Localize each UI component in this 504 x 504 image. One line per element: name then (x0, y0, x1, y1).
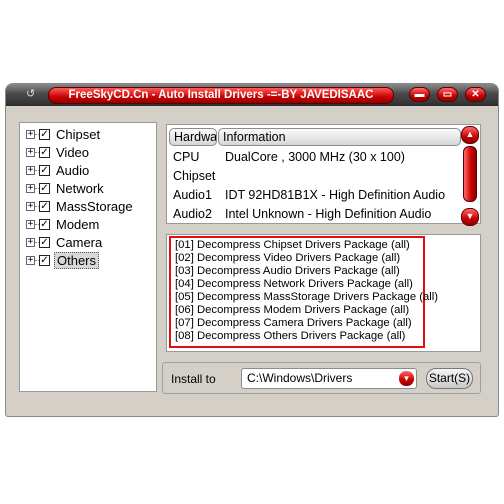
tree-item-label: Video (56, 144, 90, 160)
info-scrollbar[interactable]: ▲ ▼ (461, 126, 479, 226)
title-bar[interactable]: ↺ FreeSkyCD.Cn - Auto Install Drivers -=… (6, 84, 498, 106)
expand-icon[interactable]: + (26, 219, 35, 229)
tree-item-camera[interactable]: + ✓ Camera (26, 233, 104, 251)
driver-category-tree: + ✓ Chipset + ✓ Video + ✓ Audio + ✓ Netw… (19, 122, 157, 392)
tree-item-label: Network (56, 180, 104, 196)
window-title: FreeSkyCD.Cn - Auto Install Drivers -=-B… (48, 87, 394, 104)
scroll-up-icon[interactable]: ▲ (461, 126, 479, 144)
progress-log: [01] Decompress Chipset Drivers Package … (166, 234, 481, 352)
log-line: [02] Decompress Video Drivers Package (a… (175, 252, 401, 264)
hardware-cell: CPU (173, 150, 200, 164)
tree-item-massstorage[interactable]: + ✓ MassStorage (26, 197, 135, 215)
install-to-label: Install to (171, 372, 216, 386)
tree-item-others[interactable]: + ✓ Others (26, 251, 100, 269)
expand-icon[interactable]: + (26, 255, 35, 265)
minimize-button[interactable]: ▬ (409, 87, 430, 102)
checkbox-camera[interactable]: ✓ (39, 236, 50, 248)
install-panel: Install to C:\Windows\Drivers ▼ Start(S) (162, 362, 481, 394)
restore-button[interactable]: ▭ (437, 87, 458, 102)
log-line: [06] Decompress Modem Drivers Package (a… (175, 304, 410, 316)
app-icon: ↺ (26, 88, 36, 100)
expand-icon[interactable]: + (26, 201, 35, 211)
start-button[interactable]: Start(S) (426, 368, 473, 389)
information-cell: IDT 92HD81B1X - High Definition Audio (225, 188, 446, 202)
log-line: [04] Decompress Network Drivers Package … (175, 278, 413, 290)
checkbox-chipset[interactable]: ✓ (39, 128, 50, 140)
expand-icon[interactable]: + (26, 147, 35, 157)
hardware-info-list: Hardwa Information CPU DualCore , 3000 M… (166, 124, 481, 226)
checkbox-others[interactable]: ✓ (39, 254, 50, 266)
information-cell: DualCore , 3000 MHz (30 x 100) (225, 150, 405, 164)
expand-icon[interactable]: + (26, 183, 35, 193)
tree-item-video[interactable]: + ✓ Video (26, 143, 91, 161)
info-row[interactable]: CPU DualCore , 3000 MHz (30 x 100) (173, 148, 405, 166)
hardware-cell: Chipset (173, 169, 216, 183)
expand-icon[interactable]: + (26, 165, 35, 175)
tree-item-chipset[interactable]: + ✓ Chipset (26, 125, 102, 143)
chevron-down-icon[interactable]: ▼ (399, 371, 414, 386)
log-line: [05] Decompress MassStorage Drivers Pack… (175, 291, 439, 303)
app-window: ↺ FreeSkyCD.Cn - Auto Install Drivers -=… (5, 83, 499, 417)
checkbox-audio[interactable]: ✓ (39, 164, 50, 176)
scroll-down-icon[interactable]: ▼ (461, 208, 479, 226)
tree-item-modem[interactable]: + ✓ Modem (26, 215, 101, 233)
tree-item-label: Camera (56, 234, 103, 250)
info-row[interactable]: Audio2 Intel Unknown - High Definition A… (173, 205, 431, 223)
tree-item-label: Audio (56, 162, 90, 178)
tree-item-label: Chipset (56, 126, 101, 142)
column-header-hardware[interactable]: Hardwa (169, 128, 217, 146)
tree-item-label: MassStorage (56, 198, 133, 214)
checkbox-network[interactable]: ✓ (39, 182, 50, 194)
column-header-information[interactable]: Information (218, 128, 461, 146)
hardware-cell: Audio1 (173, 188, 212, 202)
info-row[interactable]: Chipset (173, 167, 225, 185)
log-line: [07] Decompress Camera Drivers Package (… (175, 317, 412, 329)
scroll-thumb[interactable] (463, 146, 477, 202)
information-cell: Intel Unknown - High Definition Audio (225, 207, 432, 221)
tree-item-label: Others (54, 251, 100, 269)
tree-item-label: Modem (56, 216, 100, 232)
log-line: [03] Decompress Audio Drivers Package (a… (175, 265, 400, 277)
log-line: [08] Decompress Others Drivers Package (… (175, 330, 406, 342)
log-line: [01] Decompress Chipset Drivers Package … (175, 239, 410, 251)
expand-icon[interactable]: + (26, 129, 35, 139)
close-button[interactable]: ✕ (465, 87, 486, 102)
install-path-value: C:\Windows\Drivers (247, 371, 353, 385)
tree-item-audio[interactable]: + ✓ Audio (26, 161, 91, 179)
tree-item-network[interactable]: + ✓ Network (26, 179, 106, 197)
checkbox-massstorage[interactable]: ✓ (39, 200, 50, 212)
install-path-dropdown[interactable]: C:\Windows\Drivers ▼ (241, 368, 417, 389)
info-row[interactable]: Audio1 IDT 92HD81B1X - High Definition A… (173, 186, 445, 204)
expand-icon[interactable]: + (26, 237, 35, 247)
checkbox-modem[interactable]: ✓ (39, 218, 50, 230)
log-highlight-frame: [01] Decompress Chipset Drivers Package … (169, 236, 438, 348)
hardware-cell: Audio2 (173, 207, 212, 221)
checkbox-video[interactable]: ✓ (39, 146, 50, 158)
